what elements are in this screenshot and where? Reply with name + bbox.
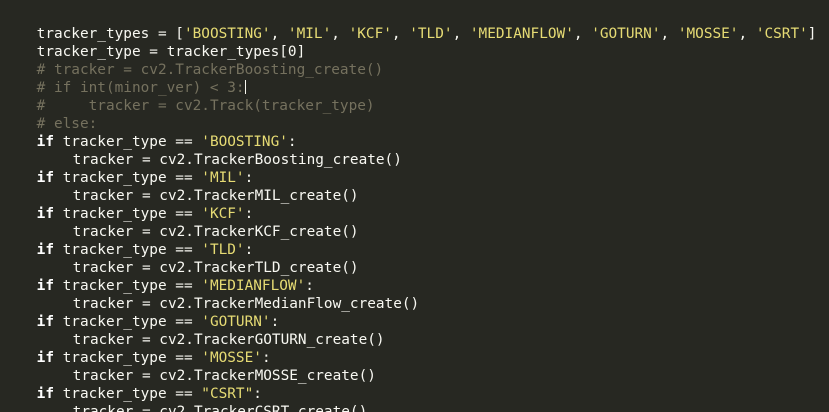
body-code: tracker = cv2.TrackerKCF_create() — [72, 224, 359, 240]
condition-lhs: tracker_type == — [53, 242, 202, 258]
condition-lhs: tracker_type == — [53, 314, 202, 330]
comment-text: # else: — [36, 116, 98, 132]
tracker-types-lhs: tracker_types = [ — [36, 26, 184, 42]
comment-text: # tracker = cv2.TrackerBoosting_create() — [36, 62, 384, 78]
colon: : — [244, 242, 254, 258]
string-boosting: 'BOOSTING' — [183, 26, 271, 42]
condition-lhs: tracker_type == — [53, 386, 202, 402]
condition-string: 'MEDIANFLOW' — [201, 278, 306, 294]
list-separator: , — [573, 26, 592, 42]
body-code: tracker = cv2.TrackerMOSSE_create() — [72, 368, 376, 384]
tracker-type-assignment: tracker_type = tracker_types[0] — [36, 44, 306, 60]
list-separator: , — [331, 26, 349, 42]
string-medianflow: 'MEDIANFLOW' — [469, 26, 574, 42]
string-mosse: 'MOSSE' — [677, 26, 739, 42]
colon: : — [261, 350, 271, 366]
if-line-boosting: if tracker_type == 'BOOSTING': — [2, 115, 829, 150]
condition-string: 'MIL' — [201, 170, 245, 186]
list-separator: , — [452, 26, 470, 42]
body-code: tracker = cv2.TrackerCSRT_create() — [72, 404, 368, 412]
condition-string: 'TLD' — [201, 242, 245, 258]
if-keyword: if — [36, 278, 54, 294]
condition-lhs: tracker_type == — [53, 206, 202, 222]
string-tld: 'TLD' — [409, 26, 453, 42]
string-csrt: 'CSRT' — [755, 26, 808, 42]
condition-string: "CSRT" — [201, 386, 254, 402]
body-code: tracker = cv2.TrackerTLD_create() — [72, 260, 359, 276]
comment-text: # if int(minor_ver) < 3: — [36, 80, 245, 96]
comment-text: tracker = cv2.Track(tracker_type) — [45, 98, 375, 114]
if-keyword: if — [36, 350, 54, 366]
list-separator: , — [660, 26, 678, 42]
condition-string: 'GOTURN' — [201, 314, 271, 330]
condition-lhs: tracker_type == — [53, 278, 202, 294]
if-keyword: if — [36, 134, 54, 150]
colon: : — [253, 386, 262, 402]
string-mil: 'MIL' — [287, 26, 332, 42]
condition-lhs: tracker_type == — [53, 350, 202, 366]
string-kcf: 'KCF' — [348, 26, 392, 42]
condition-string: 'BOOSTING' — [201, 134, 288, 150]
string-goturn: 'GOTURN' — [591, 26, 661, 42]
colon: : — [244, 206, 254, 222]
condition-string: 'KCF' — [201, 206, 245, 222]
body-code: tracker = cv2.TrackerMIL_create() — [72, 188, 359, 204]
body-code: tracker = cv2.TrackerMedianFlow_create() — [72, 296, 420, 312]
condition-lhs: tracker_type == — [53, 170, 202, 186]
code-line-1: tracker_types = ['BOOSTING', 'MIL', 'KCF… — [2, 7, 829, 42]
list-separator: , — [270, 26, 288, 42]
list-separator: , — [738, 26, 756, 42]
list-close-bracket: ] — [807, 26, 817, 42]
condition-lhs: tracker_type == — [53, 134, 202, 150]
list-separator: , — [391, 26, 410, 42]
body-code: tracker = cv2.TrackerGOTURN_create() — [72, 332, 385, 348]
if-keyword: if — [36, 206, 54, 222]
colon: : — [305, 278, 314, 294]
condition-string: 'MOSSE' — [201, 350, 262, 366]
if-keyword: if — [36, 386, 54, 402]
colon: : — [287, 134, 297, 150]
colon: : — [244, 170, 254, 186]
if-keyword: if — [36, 314, 54, 330]
if-keyword: if — [36, 170, 54, 186]
if-keyword: if — [36, 242, 54, 258]
text-cursor — [244, 80, 246, 94]
code-editor[interactable]: tracker_types = ['BOOSTING', 'MIL', 'KCF… — [0, 0, 829, 412]
body-code: tracker = cv2.TrackerBoosting_create() — [72, 152, 402, 168]
colon: : — [270, 314, 280, 330]
